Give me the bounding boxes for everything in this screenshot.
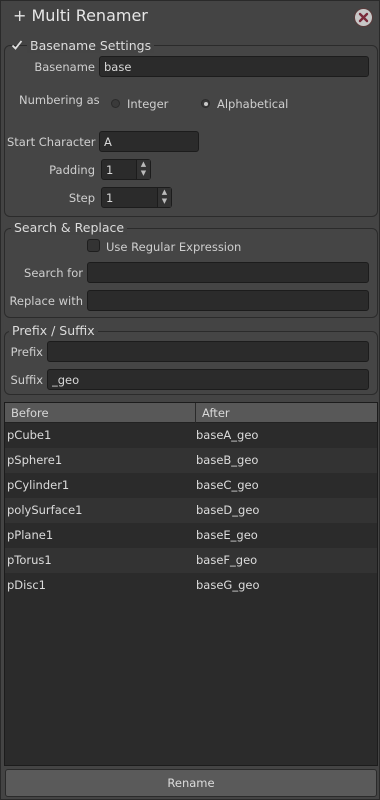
cell-before: pPlane1 <box>7 528 54 542</box>
column-header-before[interactable]: Before <box>5 403 195 423</box>
cell-after: baseE_geo <box>196 528 258 542</box>
cell-before: pCylinder1 <box>7 478 70 492</box>
basename-input[interactable] <box>99 56 369 77</box>
close-button[interactable] <box>354 8 373 27</box>
step-increment-icon[interactable]: ▲ <box>158 188 171 197</box>
integer-radio[interactable] <box>111 99 120 108</box>
padding-decrement-icon[interactable]: ▼ <box>137 169 150 178</box>
cell-after: baseB_geo <box>196 453 259 467</box>
cell-after: baseC_geo <box>196 478 259 492</box>
prefix-suffix-title: Prefix / Suffix <box>9 323 98 338</box>
numbering-label: Numbering as <box>19 93 100 107</box>
window-title: + Multi Renamer <box>13 6 148 25</box>
basename-settings-title[interactable]: Basename Settings <box>27 38 155 53</box>
column-header-after[interactable]: After <box>196 403 377 423</box>
rename-button[interactable]: Rename <box>5 769 377 797</box>
search-for-label: Search for <box>24 266 83 280</box>
search-for-input[interactable] <box>87 262 369 283</box>
replace-with-label: Replace with <box>9 294 83 308</box>
regex-checkbox-label[interactable]: Use Regular Expression <box>106 240 241 254</box>
preview-table[interactable]: Before After pCube1 baseA_geo pSphere1 base… <box>4 402 378 766</box>
table-row[interactable]: pCylinder1 baseC_geo <box>5 473 377 498</box>
step-spin-arrows: ▲ ▼ <box>157 188 171 207</box>
step-label: Step <box>68 191 95 205</box>
padding-value: 1 <box>106 163 114 177</box>
close-icon <box>358 12 369 23</box>
cell-before: pTorus1 <box>7 553 52 567</box>
cell-after: baseG_geo <box>196 578 260 592</box>
start-character-input[interactable] <box>99 131 199 152</box>
padding-label: Padding <box>49 163 95 177</box>
prefix-input[interactable] <box>47 341 369 362</box>
replace-with-input[interactable] <box>87 290 369 311</box>
cell-after: baseF_geo <box>196 553 258 567</box>
suffix-input[interactable] <box>47 369 369 390</box>
table-header: Before After <box>5 403 377 423</box>
checkmark-icon[interactable] <box>11 39 23 51</box>
step-decrement-icon[interactable]: ▼ <box>158 197 171 206</box>
table-row[interactable]: pCube1 baseA_geo <box>5 423 377 448</box>
step-spinbox[interactable]: 1 ▲ ▼ <box>101 187 172 208</box>
cell-after: baseA_geo <box>196 428 259 442</box>
cell-after: baseD_geo <box>196 503 260 517</box>
search-replace-title: Search & Replace <box>11 220 128 235</box>
table-row[interactable]: pTorus1 baseF_geo <box>5 548 377 573</box>
alphabetical-radio[interactable] <box>201 99 210 108</box>
table-row[interactable]: pSphere1 baseB_geo <box>5 448 377 473</box>
basename-label: Basename <box>34 60 95 74</box>
integer-radio-label[interactable]: Integer <box>127 97 168 111</box>
suffix-label: Suffix <box>10 373 43 387</box>
cell-before: polySurface1 <box>7 503 83 517</box>
padding-spin-arrows: ▲ ▼ <box>136 160 150 179</box>
padding-increment-icon[interactable]: ▲ <box>137 160 150 169</box>
table-row[interactable]: pDisc1 baseG_geo <box>5 573 377 598</box>
multi-renamer-window: + Multi Renamer Basename Settings Basena… <box>0 0 380 800</box>
alphabetical-radio-label[interactable]: Alphabetical <box>217 97 288 111</box>
cell-before: pDisc1 <box>7 578 46 592</box>
title-bar[interactable]: + Multi Renamer <box>1 1 379 33</box>
table-row[interactable]: pPlane1 baseE_geo <box>5 523 377 548</box>
cell-before: pSphere1 <box>7 453 63 467</box>
prefix-label: Prefix <box>10 345 43 359</box>
table-row[interactable]: polySurface1 baseD_geo <box>5 498 377 523</box>
cell-before: pCube1 <box>7 428 52 442</box>
padding-spinbox[interactable]: 1 ▲ ▼ <box>101 159 151 180</box>
step-value: 1 <box>106 191 114 205</box>
start-character-label: Start Character <box>7 135 96 149</box>
regex-checkbox[interactable] <box>87 239 100 252</box>
